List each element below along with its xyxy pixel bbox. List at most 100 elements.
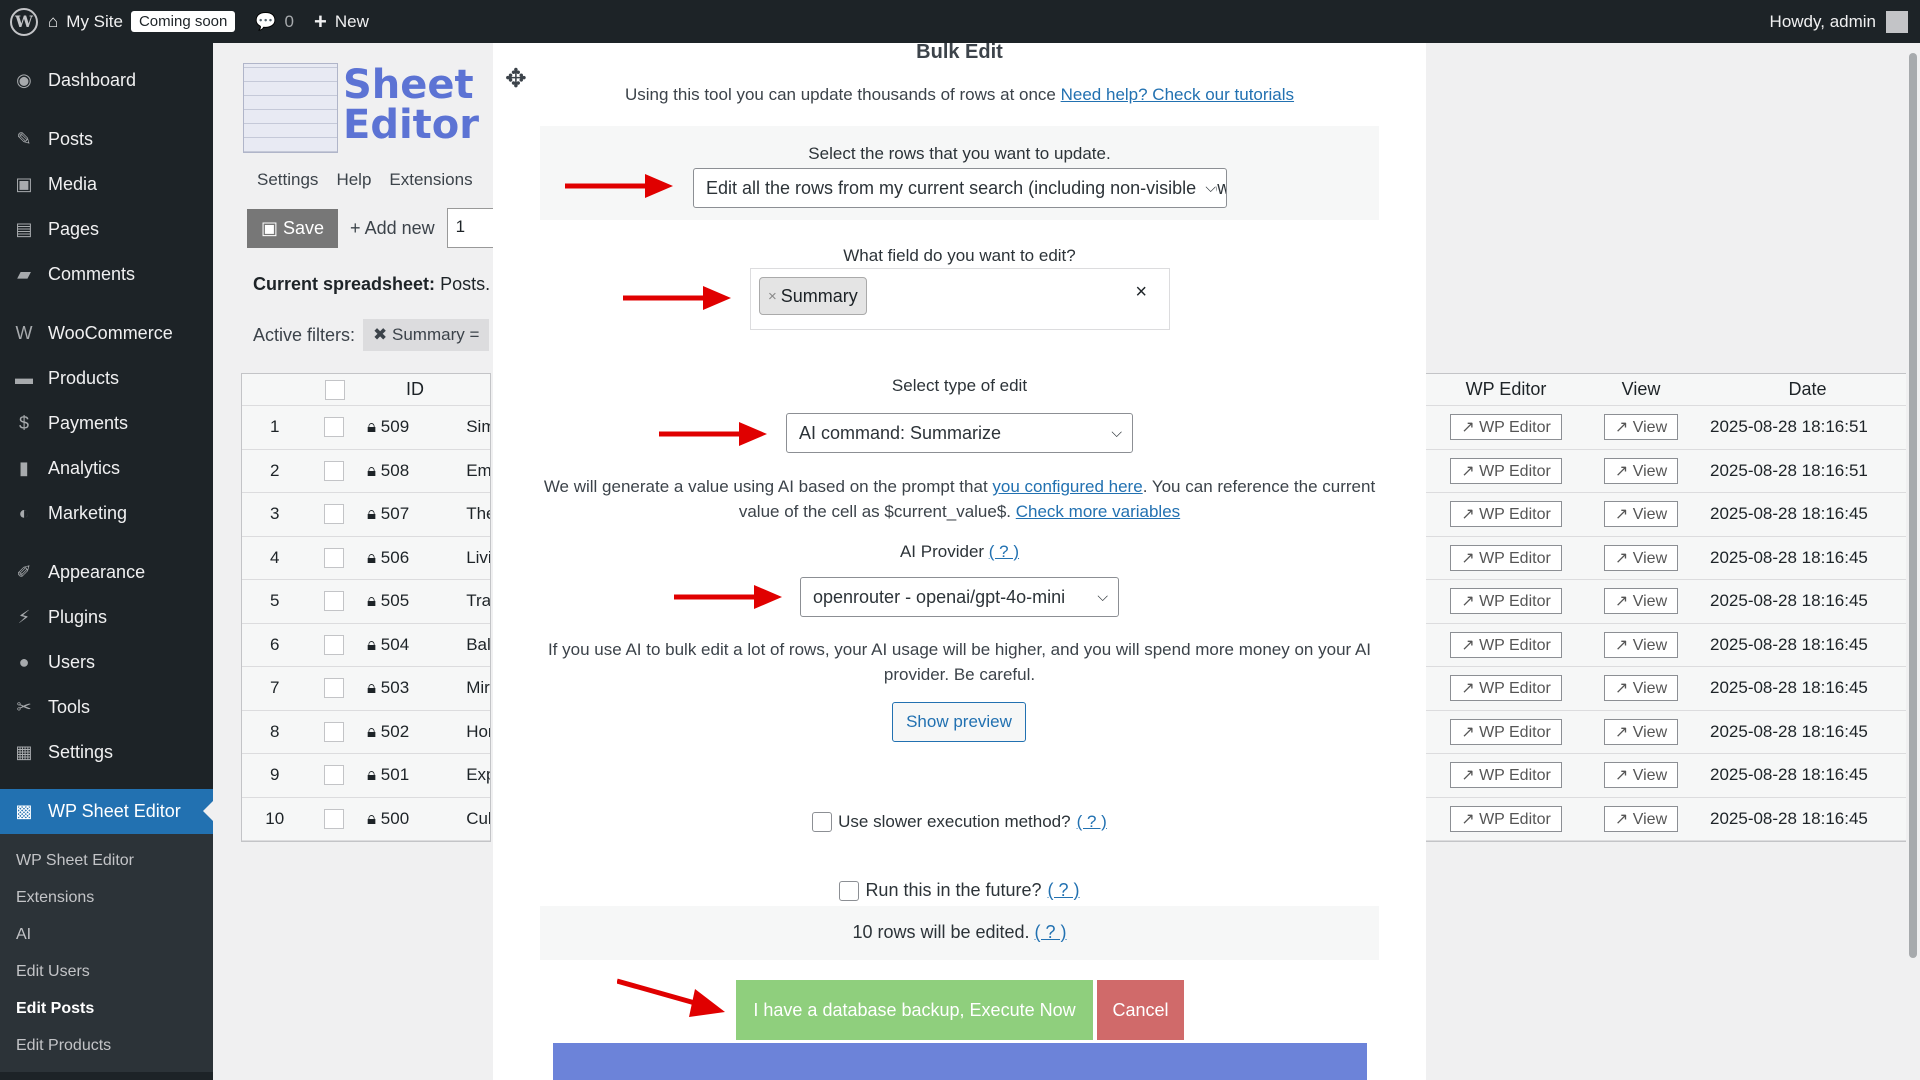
row-checkbox[interactable] <box>324 504 345 525</box>
row-date-cell[interactable]: 2025-08-28 18:16:45 <box>1696 722 1919 742</box>
add-new-count-input[interactable]: 1 <box>446 208 497 248</box>
help-link[interactable]: ( ? ) <box>1077 812 1107 832</box>
row-date-cell[interactable]: 2025-08-28 18:16:45 <box>1696 635 1919 655</box>
column-header-date[interactable]: Date <box>1696 379 1919 400</box>
row-title-cell[interactable]: Sim <box>460 417 490 437</box>
help-link[interactable]: ( ? ) <box>989 542 1019 561</box>
comments-link[interactable]: 💬 0 <box>245 0 304 43</box>
row-id-cell[interactable]: 🔒︎ 502 <box>361 722 460 742</box>
sidebar-item-wp-sheet-editor[interactable]: ▩ WP Sheet Editor <box>0 789 213 834</box>
sidebar-item-users[interactable]: ● Users <box>0 640 213 685</box>
wp-editor-button[interactable]: ↗ WP Editor <box>1450 544 1562 571</box>
sidebar-item-plugins[interactable]: ⚡ Plugins <box>0 595 213 640</box>
submenu-edit-posts[interactable]: Edit Posts <box>0 990 213 1027</box>
remove-token-icon[interactable]: × <box>768 288 777 305</box>
row-id-cell[interactable]: 🔒︎ 503 <box>361 678 460 698</box>
sidebar-item-settings[interactable]: ▦ Settings <box>0 730 213 775</box>
sidebar-item-media[interactable]: ▣ Media <box>0 162 213 207</box>
add-new-button[interactable]: + Add new <box>350 218 435 239</box>
wp-editor-button[interactable]: ↗ WP Editor <box>1450 631 1562 658</box>
cancel-button[interactable]: Cancel <box>1097 980 1184 1040</box>
tab-settings[interactable]: Settings <box>257 170 318 190</box>
sidebar-item-tools[interactable]: ✂ Tools <box>0 685 213 730</box>
row-id-cell[interactable]: 🔒︎ 505 <box>361 591 460 611</box>
row-checkbox[interactable] <box>324 417 345 438</box>
row-id-cell[interactable]: 🔒︎ 507 <box>361 504 460 524</box>
new-content-link[interactable]: + New <box>304 0 379 43</box>
view-button[interactable]: ↗ View <box>1603 805 1679 832</box>
row-checkbox[interactable] <box>324 547 345 568</box>
execute-now-button[interactable]: I have a database backup, Execute Now <box>736 980 1093 1040</box>
sidebar-item-appearance[interactable]: ✐ Appearance <box>0 550 213 595</box>
view-button[interactable]: ↗ View <box>1603 501 1679 528</box>
sidebar-item-dashboard[interactable]: ◉ Dashboard <box>0 58 213 103</box>
row-id-cell[interactable]: 🔒︎ 500 <box>361 809 460 829</box>
wp-editor-button[interactable]: ↗ WP Editor <box>1450 588 1562 615</box>
row-date-cell[interactable]: 2025-08-28 18:16:45 <box>1696 809 1919 829</box>
row-checkbox[interactable] <box>324 678 345 699</box>
view-button[interactable]: ↗ View <box>1603 457 1679 484</box>
row-title-cell[interactable]: Mir <box>460 678 490 698</box>
wp-editor-button[interactable]: ↗ WP Editor <box>1450 501 1562 528</box>
row-id-cell[interactable]: 🔒︎ 508 <box>361 461 460 481</box>
row-date-cell[interactable]: 2025-08-28 18:16:51 <box>1696 417 1919 437</box>
view-button[interactable]: ↗ View <box>1603 675 1679 702</box>
row-id-cell[interactable]: 🔒︎ 506 <box>361 548 460 568</box>
wp-editor-button[interactable]: ↗ WP Editor <box>1450 675 1562 702</box>
my-account[interactable]: Howdy, admin <box>1770 10 1920 33</box>
sidebar-item-comments[interactable]: ▰ Comments <box>0 252 213 297</box>
check-variables-link[interactable]: Check more variables <box>1016 502 1180 521</box>
row-checkbox[interactable] <box>324 808 345 829</box>
sidebar-item-posts[interactable]: ✎ Posts <box>0 117 213 162</box>
row-title-cell[interactable]: The <box>460 504 490 524</box>
row-date-cell[interactable]: 2025-08-28 18:16:51 <box>1696 461 1919 481</box>
help-link[interactable]: ( ? ) <box>1035 922 1067 942</box>
row-id-cell[interactable]: 🔒︎ 501 <box>361 765 460 785</box>
row-title-cell[interactable]: Tra <box>460 591 490 611</box>
help-link[interactable]: ( ? ) <box>1048 880 1080 901</box>
row-checkbox[interactable] <box>324 634 345 655</box>
scrollbar-thumb[interactable] <box>1909 53 1917 958</box>
coming-soon-badge[interactable]: Coming soon <box>130 11 236 32</box>
wp-editor-button[interactable]: ↗ WP Editor <box>1450 718 1562 745</box>
row-date-cell[interactable]: 2025-08-28 18:16:45 <box>1696 548 1919 568</box>
field-token[interactable]: × Summary <box>759 277 867 315</box>
page-scrollbar[interactable] <box>1906 43 1920 1080</box>
submenu-extensions[interactable]: Extensions <box>0 879 213 916</box>
wp-editor-button[interactable]: ↗ WP Editor <box>1450 457 1562 484</box>
tab-help[interactable]: Help <box>336 170 371 190</box>
row-title-cell[interactable]: Bal <box>460 635 490 655</box>
view-button[interactable]: ↗ View <box>1603 762 1679 789</box>
field-select[interactable]: × Summary × <box>750 268 1170 330</box>
row-title-cell[interactable]: Em <box>460 461 490 481</box>
row-checkbox[interactable] <box>324 721 345 742</box>
column-header-view[interactable]: View <box>1586 379 1696 400</box>
configured-here-link[interactable]: you configured here <box>992 477 1142 496</box>
view-button[interactable]: ↗ View <box>1603 414 1679 441</box>
site-name-link[interactable]: ⌂ My Site Coming soon <box>38 0 245 43</box>
wordpress-logo-icon[interactable]: W <box>10 7 38 36</box>
clear-icon[interactable]: × <box>1135 281 1147 304</box>
row-date-cell[interactable]: 2025-08-28 18:16:45 <box>1696 765 1919 785</box>
column-header-wp-editor[interactable]: WP Editor <box>1426 379 1586 400</box>
submenu-wp-sheet-editor[interactable]: WP Sheet Editor <box>0 842 213 879</box>
save-button[interactable]: ▣ Save <box>247 208 339 248</box>
sidebar-item-woocommerce[interactable]: W WooCommerce <box>0 311 213 356</box>
view-button[interactable]: ↗ View <box>1603 588 1679 615</box>
row-title-cell[interactable]: Exp <box>460 765 490 785</box>
wp-editor-button[interactable]: ↗ WP Editor <box>1450 414 1562 441</box>
column-header-id[interactable]: ID <box>362 379 462 400</box>
submenu-edit-products[interactable]: Edit Products <box>0 1027 213 1064</box>
row-title-cell[interactable]: Cul <box>460 809 490 829</box>
row-checkbox[interactable] <box>324 765 345 786</box>
tutorials-link[interactable]: Need help? Check our tutorials <box>1061 85 1294 104</box>
row-title-cell[interactable]: Livi <box>460 548 490 568</box>
sidebar-item-analytics[interactable]: ▮ Analytics <box>0 446 213 491</box>
submenu-edit-users[interactable]: Edit Users <box>0 953 213 990</box>
sidebar-item-products[interactable]: ▬ Products <box>0 356 213 401</box>
wp-editor-button[interactable]: ↗ WP Editor <box>1450 762 1562 789</box>
row-date-cell[interactable]: 2025-08-28 18:16:45 <box>1696 678 1919 698</box>
wp-editor-button[interactable]: ↗ WP Editor <box>1450 805 1562 832</box>
row-checkbox[interactable] <box>324 460 345 481</box>
row-title-cell[interactable]: Hor <box>460 722 490 742</box>
